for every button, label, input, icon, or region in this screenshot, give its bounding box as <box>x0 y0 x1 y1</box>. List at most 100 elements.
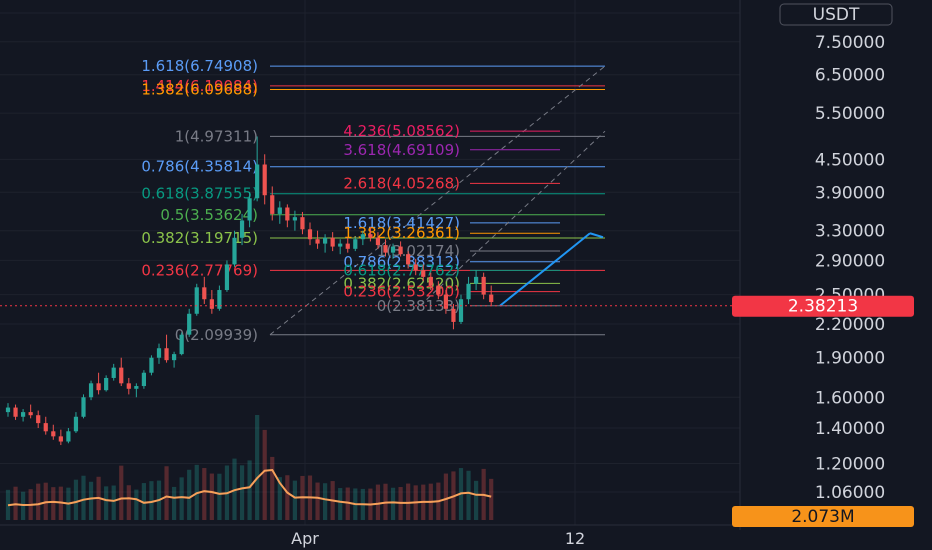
volume-bar <box>323 483 328 520</box>
volume-bar <box>111 485 116 520</box>
fib-level-label: 0.618(3.87555) <box>141 185 258 203</box>
time-tick-label: Apr <box>291 529 319 548</box>
price-tick-label: 3.90000 <box>815 183 885 203</box>
candle-body <box>66 431 71 442</box>
price-axis[interactable]: 8.500007.500006.500005.500004.500003.900… <box>815 4 885 503</box>
price-chart[interactable]: 1.618(6.74908)1.414(6.19084)1.382(6.0968… <box>0 0 932 550</box>
candle-body <box>51 431 56 437</box>
price-tick-label: 2.90000 <box>815 251 885 271</box>
candle-body <box>134 386 139 389</box>
candle-body <box>443 294 448 309</box>
volume-bar <box>164 466 169 520</box>
candle-body <box>88 383 94 398</box>
candle-body <box>353 239 358 249</box>
candle-body <box>451 308 456 322</box>
candle-body <box>436 285 441 295</box>
fib-level-label: 4.236(5.08562) <box>343 122 460 140</box>
candle-body <box>345 243 350 249</box>
price-tick-label: 2.20000 <box>815 315 885 335</box>
volume-bar <box>51 487 56 520</box>
candle-body <box>232 237 237 265</box>
volume-bar <box>375 484 381 520</box>
candle-body <box>73 416 79 432</box>
candle-body <box>398 246 403 255</box>
volume-bar <box>489 478 494 520</box>
fib-level-label: 1(4.97311) <box>175 127 258 145</box>
currency-badge[interactable]: USDT <box>779 3 893 26</box>
price-tick-label: 6.50000 <box>815 66 885 86</box>
price-tick-label: 7.50000 <box>815 33 885 53</box>
volume-bar <box>262 429 267 520</box>
volume-bar <box>149 481 154 520</box>
candle-body <box>43 423 48 432</box>
volume-bar <box>126 485 131 520</box>
candle-body <box>307 229 313 240</box>
volume-bar <box>466 470 471 520</box>
candle-body <box>239 220 245 238</box>
candle-body <box>247 198 252 221</box>
volume-bar <box>292 480 297 520</box>
volume-bar <box>202 468 207 520</box>
candle-body <box>323 237 328 244</box>
fib-level-label: 1.382(3.26361) <box>343 224 460 242</box>
candle-body <box>413 264 418 271</box>
candle-body <box>126 383 131 389</box>
candle-body <box>474 276 479 284</box>
volume-bar <box>255 415 260 520</box>
price-tick-label: 5.50000 <box>815 104 885 124</box>
candle-body <box>224 264 230 291</box>
candle-body <box>466 283 471 300</box>
candle-body <box>315 239 320 244</box>
candle-body <box>368 234 373 238</box>
candle-body <box>285 207 290 221</box>
candle-body <box>202 287 207 300</box>
candle-body <box>164 348 169 361</box>
candle-body <box>187 313 192 335</box>
volume-bar <box>315 482 320 520</box>
volume-bar <box>88 481 94 520</box>
candle-body <box>209 299 214 309</box>
candle-body <box>292 217 297 221</box>
candle-body <box>28 412 33 416</box>
candle-body <box>194 287 199 314</box>
price-tick-label: 1.90000 <box>815 349 885 369</box>
candle-body <box>375 237 381 246</box>
price-tick-label: 1.20000 <box>815 454 885 474</box>
volume-bar <box>239 465 245 520</box>
price-tick-label: 1.06000 <box>815 483 885 503</box>
candle-body <box>481 276 486 295</box>
candle-body <box>255 164 260 199</box>
volume-bar <box>443 473 448 520</box>
volume-bar <box>209 473 214 520</box>
volume-value-badge: 2.073M <box>732 506 914 527</box>
price-tick-label: 1.40000 <box>815 419 885 439</box>
volume-bar <box>285 475 290 520</box>
current-price-badge: 2.38213 <box>732 295 914 317</box>
candle-body <box>179 334 184 355</box>
price-tick-label: 1.60000 <box>815 388 885 408</box>
fib-level-label: 1.382(6.09688) <box>141 80 258 98</box>
time-tick-label: 12 <box>565 529 585 548</box>
volume-bar <box>134 489 139 520</box>
volume-bar <box>338 488 343 520</box>
candle-body <box>406 254 411 265</box>
candle-body <box>489 294 494 303</box>
candle-body <box>58 436 63 442</box>
volume-bar <box>247 460 252 520</box>
candle-body <box>149 357 154 373</box>
candle-body <box>13 407 18 417</box>
volume-bar <box>474 480 479 520</box>
candle-body <box>330 237 335 247</box>
candle-body <box>21 412 26 417</box>
candle-body <box>119 367 124 384</box>
candle-body <box>36 415 41 424</box>
volume-bar <box>73 479 79 520</box>
volume-bar <box>406 483 411 520</box>
candle-body <box>458 299 464 322</box>
volume-bar <box>81 475 86 520</box>
fib-level-label: 1.618(6.74908) <box>141 57 258 75</box>
volume-bar <box>119 465 124 520</box>
fib-level-label: 0.786(4.35814) <box>141 158 258 176</box>
candle-body <box>270 195 275 214</box>
candle-body <box>390 246 396 253</box>
